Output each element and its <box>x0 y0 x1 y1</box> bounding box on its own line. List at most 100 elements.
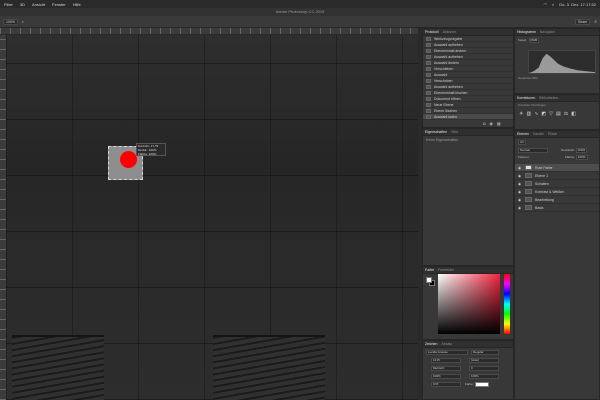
layer-name[interactable]: Bearbeitung <box>535 198 554 202</box>
color-balance-icon[interactable]: ⚖ <box>564 111 568 117</box>
history-step-icon <box>426 108 431 113</box>
layer-row[interactable]: ◉ Kontrast & Weißen <box>515 188 599 196</box>
tab-kanaele[interactable]: Kanäle <box>533 132 544 136</box>
text-color-swatch[interactable] <box>475 382 489 387</box>
eye-icon[interactable]: ◉ <box>518 182 522 186</box>
history-list: Werkzeugvorgabe Auswahl aufheben Ebeneninh… <box>423 36 513 120</box>
channel-label: Kanal: <box>518 38 527 42</box>
share-button[interactable]: Share <box>574 18 591 25</box>
fill-field[interactable]: 100% <box>575 155 588 160</box>
horizontal-scale-field[interactable]: 100% <box>469 374 499 379</box>
layer-name[interactable]: Rote Farbe <box>535 166 553 170</box>
chevron-down-icon[interactable]: ▾ <box>22 20 24 24</box>
layer-thumbnail <box>525 173 532 178</box>
tab-sets[interactable]: Sets <box>451 130 458 134</box>
history-item-label: Auswahl <box>434 72 448 77</box>
history-step-icon <box>426 96 431 101</box>
hue-slider[interactable] <box>504 274 510 334</box>
layer-name[interactable]: Kontrast & Weißen <box>535 190 564 194</box>
font-size-field[interactable]: 12 Pt <box>431 358 461 363</box>
tab-farbe[interactable]: Farbe <box>425 268 434 272</box>
history-item-label: Ebeneninhalt löschen <box>434 90 468 95</box>
leading-field[interactable]: (Auto) <box>469 358 499 363</box>
brightness-icon[interactable]: ☀ <box>519 111 523 117</box>
histogram-channel: Kanal: RGB <box>518 38 540 43</box>
trash-icon[interactable]: ▦ <box>497 121 501 126</box>
tab-eigenschaften[interactable]: Eigenschaften <box>425 130 447 134</box>
tab-zeichen[interactable]: Zeichen <box>425 342 437 346</box>
wall-vent-left <box>12 335 104 400</box>
tab-farbfelder[interactable]: Farbfelder <box>438 268 454 272</box>
font-family-select[interactable]: Lucida Grande <box>426 350 468 355</box>
tab-aktionen[interactable]: Aktionen <box>443 30 457 34</box>
properties-panel: Eigenschaften Sets Keine Eigenschaften <box>422 128 514 266</box>
tab-navigator[interactable]: Navigator <box>540 30 555 34</box>
layer-row[interactable]: ◉ Schatten <box>515 180 599 188</box>
history-actions: ◘ ◉ ▦ <box>483 121 501 126</box>
tab-ebenen[interactable]: Ebenen <box>517 132 529 136</box>
tab-pfade[interactable]: Pfade <box>548 132 557 136</box>
eye-icon[interactable]: ◉ <box>518 174 522 178</box>
layer-row[interactable]: ◉ Bearbeitung <box>515 196 599 204</box>
layer-name[interactable]: Schatten <box>535 182 549 186</box>
opacity-field[interactable]: 100% <box>575 148 588 153</box>
menu-fenster[interactable]: Fenster <box>52 2 66 7</box>
eye-icon[interactable]: ◉ <box>518 166 522 170</box>
blend-mode-select[interactable]: Normal <box>518 148 548 153</box>
zoom-select[interactable]: 100% <box>3 18 18 25</box>
document-image[interactable] <box>6 35 418 400</box>
history-item[interactable]: Auswahl laden <box>423 114 513 120</box>
font-style-select[interactable]: Regular <box>471 350 499 355</box>
camera-icon[interactable]: ◉ <box>489 121 493 126</box>
channel-select[interactable]: RGB <box>528 38 540 43</box>
kerning-field[interactable]: Metrisch <box>431 366 461 371</box>
eye-icon[interactable]: ◉ <box>518 198 522 202</box>
history-item-label: Auswahl aufheben <box>434 84 463 89</box>
window-title-bar: Adobe Photoshop CC 2019 <box>0 8 600 16</box>
layer-row[interactable]: ◉ Ebene 1 <box>515 172 599 180</box>
layer-name[interactable]: Ebene 1 <box>535 174 548 178</box>
tab-histogramm[interactable]: Histogramm <box>517 30 536 34</box>
menu-3d[interactable]: 3D <box>20 2 25 7</box>
search-icon[interactable]: ⌕ <box>594 19 597 25</box>
layer-row[interactable]: ◉ Basis <box>515 204 599 212</box>
tab-bibliotheken[interactable]: Bibliotheken <box>539 96 558 100</box>
red-circle-layer[interactable] <box>120 151 137 168</box>
wall-vent-center <box>213 335 325 400</box>
baseline-field[interactable]: 0 Pt <box>431 382 461 387</box>
menu-ansicht[interactable]: Ansicht <box>32 2 45 7</box>
history-item-label: Auswahl ändern <box>434 60 460 65</box>
layer-kind-select[interactable]: Art <box>518 140 526 145</box>
menubar-clock[interactable]: Do. 3. Dez. 17:17:52 <box>559 2 596 7</box>
layer-thumbnail <box>525 205 532 210</box>
hue-saturation-icon[interactable]: ▤ <box>556 111 561 117</box>
tracking-field[interactable]: 0 <box>469 366 499 371</box>
menu-filter[interactable]: Filter <box>4 2 13 7</box>
foreground-color-swatch[interactable] <box>426 277 432 283</box>
menu-hilfe[interactable]: Hilfe <box>73 2 81 7</box>
color-picker-field[interactable] <box>438 274 500 334</box>
vertical-scale-field[interactable]: 100% <box>431 374 461 379</box>
layer-name[interactable]: Basis <box>535 206 544 210</box>
vibrance-icon[interactable]: ▽ <box>549 111 553 117</box>
history-step-icon <box>426 72 431 77</box>
search-icon[interactable]: ⌕ <box>552 2 554 7</box>
tab-korrekturen[interactable]: Korrekturen <box>517 96 535 100</box>
history-item-label: Verschoben <box>434 78 453 83</box>
exposure-icon[interactable]: ◩ <box>541 111 546 117</box>
character-tabs: Zeichen Absatz <box>423 341 513 348</box>
tab-protokoll[interactable]: Protokoll <box>425 30 439 34</box>
snapshot-icon[interactable]: ◘ <box>483 121 485 126</box>
wifi-icon[interactable]: ◠ <box>544 2 548 7</box>
black-white-icon[interactable]: ◧ <box>571 111 576 117</box>
eye-icon[interactable]: ◉ <box>518 190 522 194</box>
levels-icon[interactable]: ▥ <box>526 111 531 117</box>
curves-icon[interactable]: ∿ <box>534 111 538 117</box>
ruler-horizontal[interactable] <box>0 28 418 35</box>
layer-row[interactable]: ◉ Rote Farbe <box>515 164 599 172</box>
histogram-source[interactable]: Gesamtes Bild <box>518 76 538 80</box>
fill-label: Fläche: <box>565 155 575 159</box>
eye-icon[interactable]: ◉ <box>518 206 522 210</box>
tab-absatz[interactable]: Absatz <box>441 342 452 346</box>
opacity-control: Deckkraft: 100% <box>561 148 588 153</box>
